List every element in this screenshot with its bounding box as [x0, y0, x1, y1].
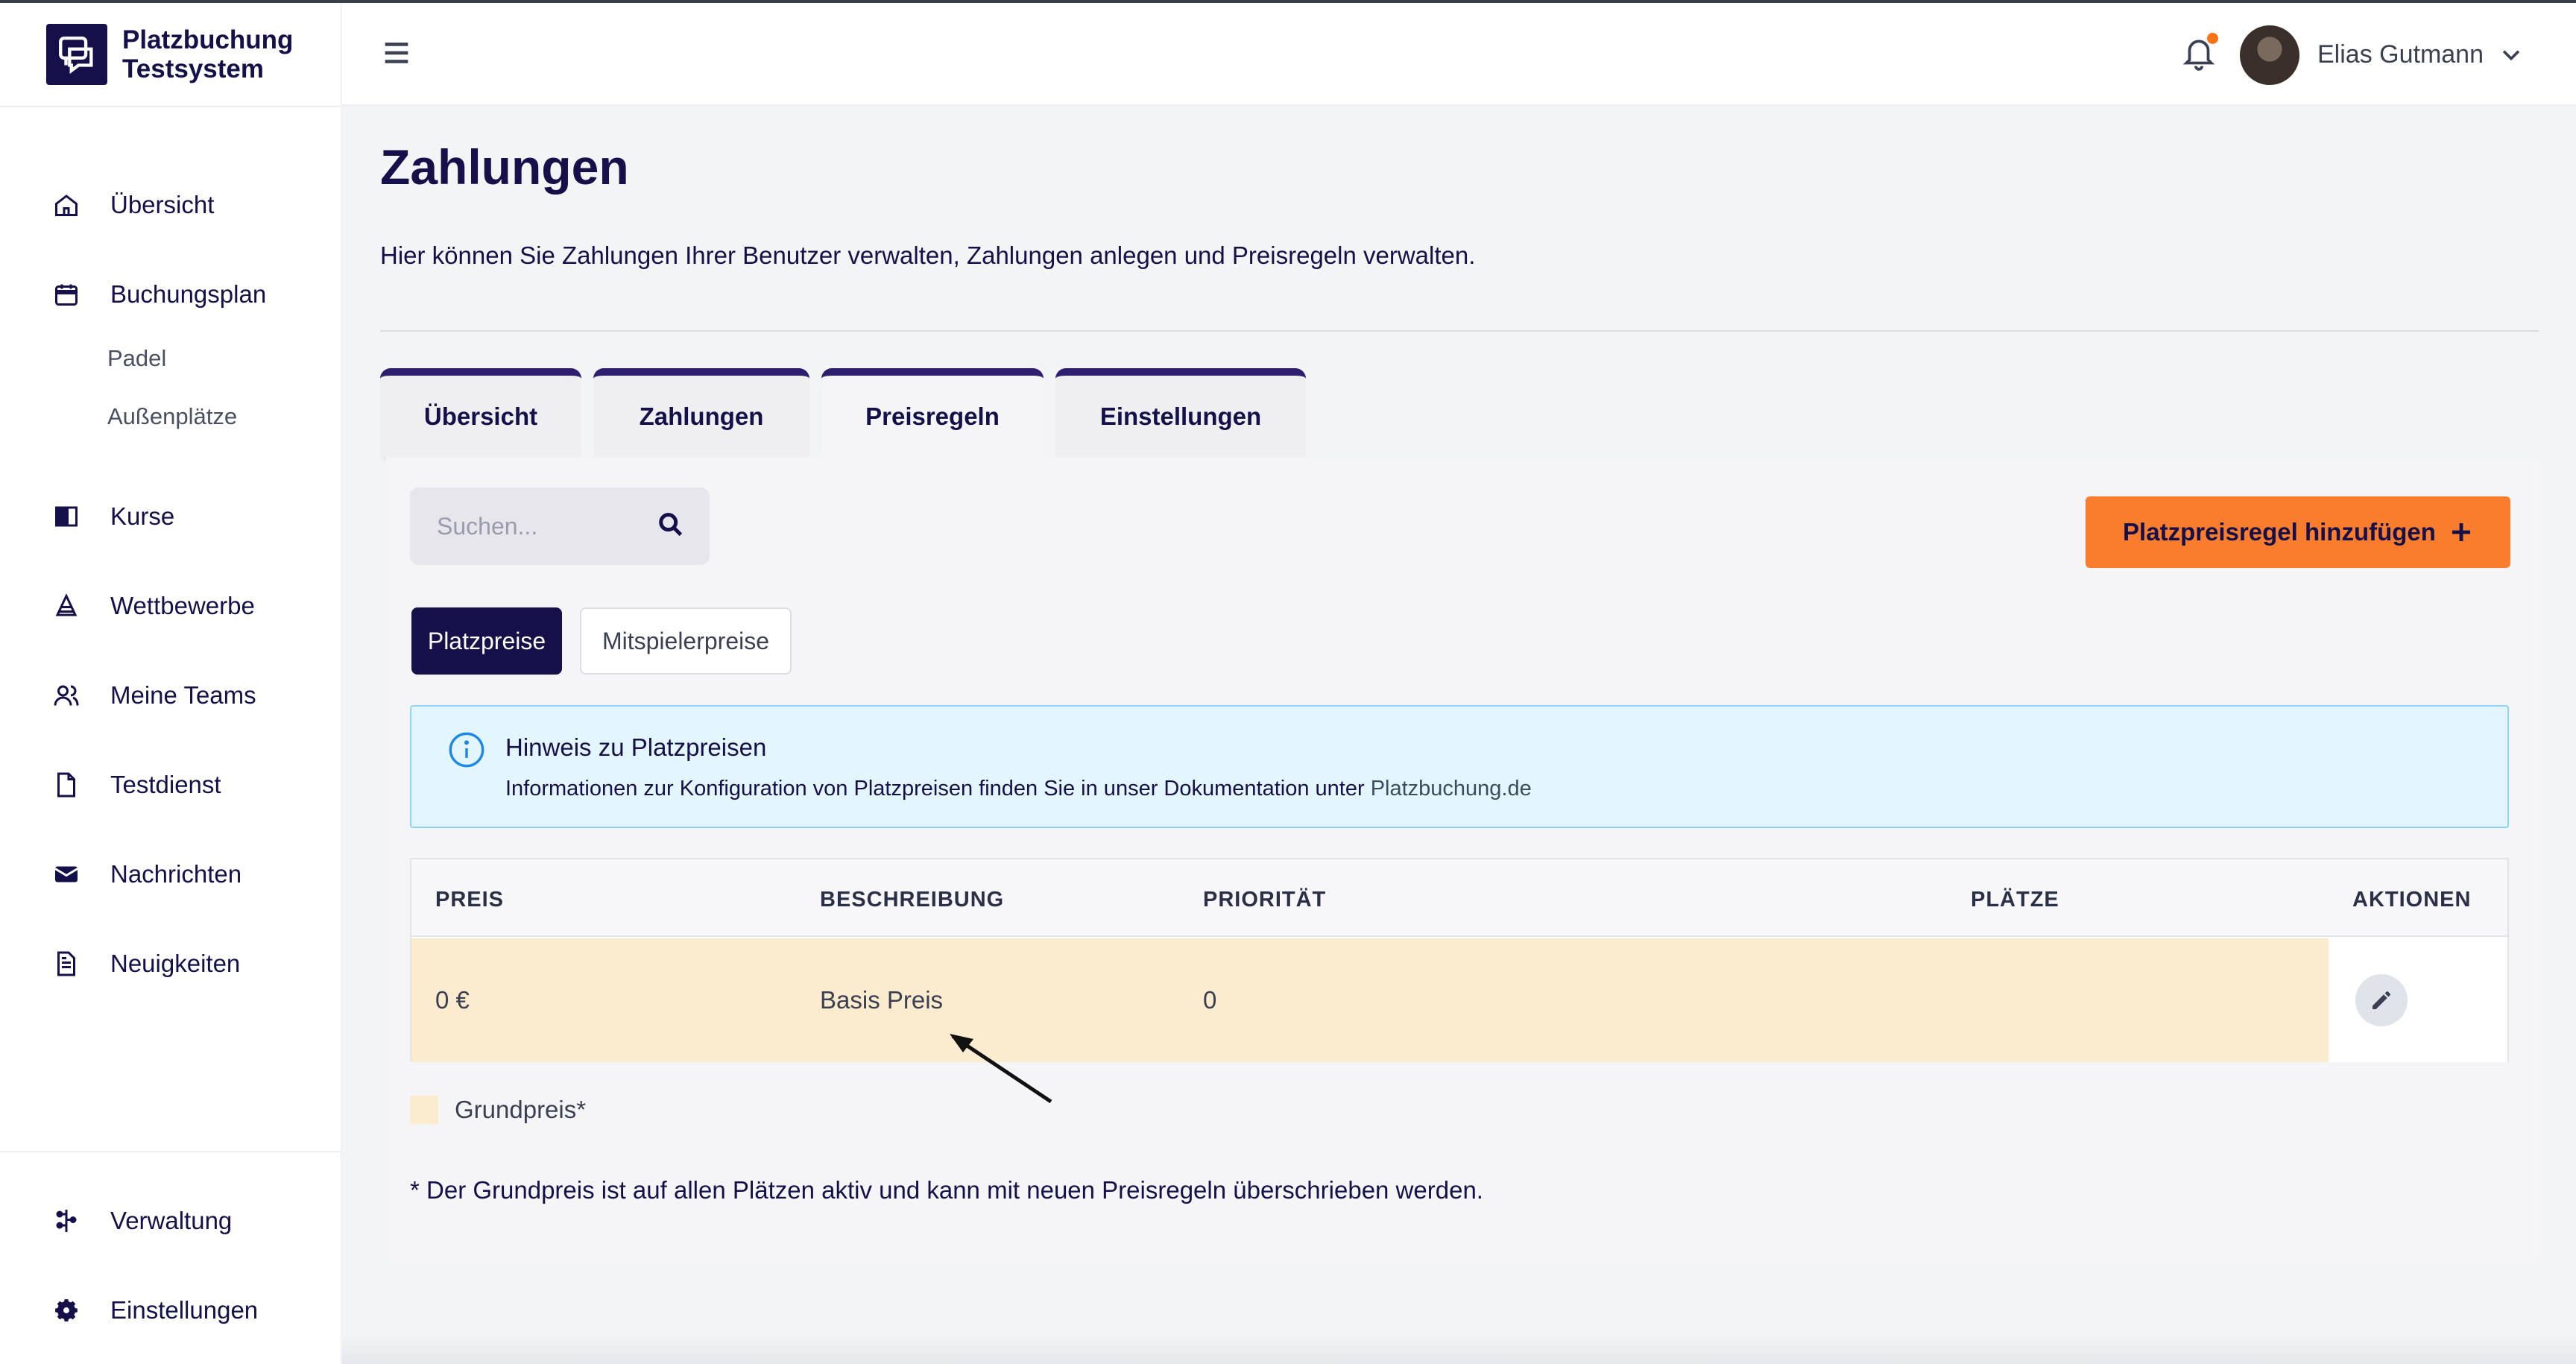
sidebar: Platzbuchung Testsystem Übersicht Buchun…: [0, 3, 341, 1364]
gear-icon: [49, 1293, 83, 1327]
brand-name-line1: Platzbuchung: [122, 25, 294, 54]
search-icon[interactable]: [656, 510, 689, 543]
news-icon: [49, 947, 83, 981]
column-header-plaetze: PLÄTZE: [1971, 888, 2059, 912]
app: Platzbuchung Testsystem Übersicht Buchun…: [0, 0, 2576, 1364]
price-rules-table: PREIS BESCHREIBUNG PRIORITÄT PLÄTZE AKTI…: [410, 858, 2509, 1062]
sliders-icon: [49, 1204, 83, 1238]
sidebar-subitem-aussenplaetze[interactable]: Außenplätze: [107, 398, 237, 435]
top-header: Elias Gutmann: [342, 3, 2576, 106]
notification-dot: [2207, 33, 2218, 44]
sidebar-item-label: Testdienst: [110, 771, 221, 798]
page-description: Hier können Sie Zahlungen Ihrer Benutzer…: [380, 241, 1476, 269]
tab-bar: Übersicht Zahlungen Preisregeln Einstell…: [380, 368, 1306, 458]
tab-preisregeln[interactable]: Preisregeln: [821, 368, 1044, 458]
add-price-rule-label: Platzpreisregel hinzufügen: [2123, 518, 2436, 546]
table-row: 0 € Basis Preis 0: [411, 938, 2507, 1062]
sidebar-bottom-divider: [0, 1151, 341, 1152]
segment-platzpreise[interactable]: Platzpreise: [411, 607, 562, 675]
sidebar-item-label: Übersicht: [110, 191, 215, 218]
legend-label: Grundpreis*: [455, 1096, 587, 1123]
alert-title: Hinweis zu Platzpreisen: [505, 733, 767, 761]
cell-preis: 0 €: [435, 986, 470, 1014]
user-name[interactable]: Elias Gutmann: [2317, 40, 2484, 69]
segment-mitspielerpreise[interactable]: Mitspielerpreise: [580, 607, 792, 675]
book-icon: [49, 499, 83, 534]
sidebar-item-label: Meine Teams: [110, 681, 256, 709]
sidebar-item-uebersicht[interactable]: Übersicht: [49, 183, 214, 227]
sidebar-item-label: Verwaltung: [110, 1207, 233, 1234]
alert-text: Informationen zur Konfiguration von Plat…: [505, 777, 1532, 801]
add-price-rule-button[interactable]: Platzpreisregel hinzufügen: [2086, 496, 2510, 568]
sidebar-item-nachrichten[interactable]: Nachrichten: [49, 852, 242, 897]
chat-bubble-logo-icon: [46, 24, 107, 85]
sidebar-item-label: Wettbewerbe: [110, 592, 255, 619]
plus-icon: [2449, 520, 2473, 544]
base-price-highlight: [411, 938, 2329, 1062]
chevron-down-icon[interactable]: [2498, 42, 2524, 67]
cell-beschreibung: Basis Preis: [820, 986, 944, 1014]
legend-swatch: [410, 1096, 438, 1124]
envelope-icon: [49, 857, 83, 891]
search-box[interactable]: [410, 487, 710, 565]
users-icon: [49, 678, 83, 713]
tab-uebersicht[interactable]: Übersicht: [380, 368, 581, 458]
page-divider: [380, 330, 2539, 332]
sidebar-subitem-padel[interactable]: Padel: [107, 340, 166, 377]
search-input[interactable]: [437, 510, 645, 543]
brand-name: Platzbuchung Testsystem: [122, 25, 346, 83]
home-icon: [49, 188, 83, 222]
sidebar-item-label: Einstellungen: [110, 1296, 259, 1324]
alert-message: Informationen zur Konfiguration von Plat…: [505, 777, 1365, 801]
annotation-arrow-icon: [950, 1034, 1052, 1104]
brand-divider: [0, 106, 341, 107]
tab-zahlungen[interactable]: Zahlungen: [593, 368, 809, 458]
table-header: PREIS BESCHREIBUNG PRIORITÄT PLÄTZE AKTI…: [411, 859, 2507, 937]
sidebar-item-meine-teams[interactable]: Meine Teams: [49, 673, 256, 718]
bottom-fade: [342, 1334, 2576, 1364]
sidebar-item-label: Kurse: [110, 502, 175, 530]
menu-icon[interactable]: [379, 36, 414, 70]
sidebar-item-kurse[interactable]: Kurse: [49, 494, 174, 539]
sidebar-item-neuigkeiten[interactable]: Neuigkeiten: [49, 941, 240, 986]
sidebar-item-label: Neuigkeiten: [110, 950, 241, 977]
edit-button[interactable]: [2355, 974, 2408, 1026]
sidebar-item-einstellungen[interactable]: Einstellungen: [49, 1288, 258, 1333]
sidebar-item-wettbewerbe[interactable]: Wettbewerbe: [49, 584, 255, 628]
column-header-prioritaet: PRIORITÄT: [1203, 888, 1327, 912]
cell-prioritaet: 0: [1203, 986, 1217, 1014]
info-alert: Hinweis zu Platzpreisen Informationen zu…: [410, 705, 2509, 828]
document-icon: [49, 768, 83, 802]
brand-name-line2: Testsystem: [122, 54, 265, 83]
cone-icon: [49, 589, 83, 623]
page-title: Zahlungen: [380, 139, 629, 195]
footnote: * Der Grundpreis ist auf allen Plätzen a…: [410, 1176, 1483, 1204]
tab-einstellungen[interactable]: Einstellungen: [1055, 368, 1306, 458]
avatar[interactable]: [2240, 25, 2299, 85]
pencil-icon: [2373, 991, 2390, 1009]
sidebar-item-verwaltung[interactable]: Verwaltung: [49, 1199, 232, 1243]
calendar-icon: [49, 277, 83, 312]
sidebar-item-testdienst[interactable]: Testdienst: [49, 762, 221, 807]
column-header-preis: PREIS: [435, 888, 505, 912]
sidebar-item-label: Buchungsplan: [110, 280, 267, 308]
documentation-link[interactable]: Platzbuchung.de: [1371, 777, 1532, 801]
sidebar-item-buchungsplan[interactable]: Buchungsplan: [49, 272, 266, 317]
info-icon: [447, 730, 486, 769]
sidebar-item-label: Nachrichten: [110, 860, 242, 888]
column-header-aktionen: AKTIONEN: [2352, 888, 2472, 912]
column-header-beschreibung: BESCHREIBUNG: [820, 888, 1005, 912]
brand[interactable]: Platzbuchung Testsystem: [46, 24, 346, 85]
